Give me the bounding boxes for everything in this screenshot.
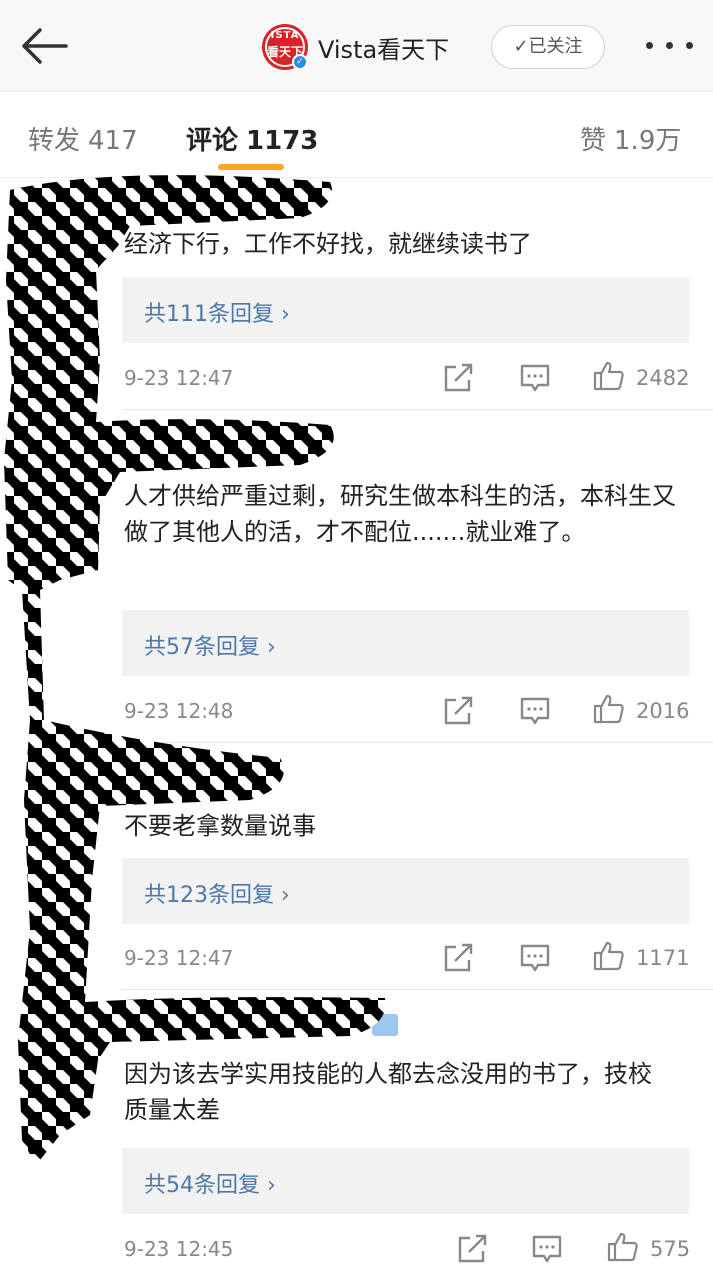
avatar-text-top: ISTA xyxy=(270,30,300,41)
tab-count: 1173 xyxy=(246,126,319,156)
comment-icon[interactable] xyxy=(530,1233,564,1265)
share-icon[interactable] xyxy=(442,942,476,974)
tab-likes[interactable]: 赞 1.9万 xyxy=(580,120,681,157)
comment-icon[interactable] xyxy=(518,362,552,394)
follow-button[interactable]: ✓已关注 xyxy=(491,25,605,69)
replies-button[interactable]: 共123条回复 › xyxy=(122,858,689,924)
tab-reposts[interactable]: 转发 417 xyxy=(28,120,138,157)
comment-text: 人才供给严重过剩，研究生做本科生的活，本科生又做了其他人的活，才不配位.....… xyxy=(124,482,676,546)
user-badge xyxy=(372,1014,398,1036)
tab-count: 417 xyxy=(88,126,138,156)
comment-time: 9-23 12:47 xyxy=(124,366,234,390)
like-count: 575 xyxy=(650,1237,691,1261)
divider xyxy=(122,742,713,743)
comment-icon[interactable] xyxy=(518,695,552,727)
share-icon[interactable] xyxy=(442,362,476,394)
thumbs-up-icon[interactable] xyxy=(592,940,626,972)
replies-label: 共54条回复 › xyxy=(144,1173,276,1198)
thumbs-up-icon[interactable] xyxy=(606,1231,640,1263)
like-count: 1171 xyxy=(636,946,690,970)
tab-comments[interactable]: 评论 1173 xyxy=(186,120,318,157)
account-name[interactable]: Vista看天下 xyxy=(318,30,449,65)
arrow-left-icon[interactable] xyxy=(18,26,70,66)
comment-time: 9-23 12:48 xyxy=(124,699,234,723)
more-dots-icon[interactable] xyxy=(644,40,696,54)
thumbs-up-icon[interactable] xyxy=(592,693,626,725)
share-icon[interactable] xyxy=(456,1233,490,1265)
replies-button[interactable]: 共57条回复 › xyxy=(122,610,689,676)
replies-label: 共123条回复 › xyxy=(144,883,290,908)
tab-bar: 转发 417 评论 1173 赞 1.9万 xyxy=(0,92,713,178)
like-count: 2016 xyxy=(636,699,690,723)
comment-text: 不要老拿数量说事 xyxy=(124,812,316,840)
thumbs-up-icon[interactable] xyxy=(592,360,626,392)
active-tab-indicator xyxy=(218,164,284,170)
tab-count: 1.9万 xyxy=(614,126,682,156)
comment-icon[interactable] xyxy=(518,942,552,974)
replies-label: 共111条回复 › xyxy=(144,302,290,327)
comment-text: 因为该去学实用技能的人都去念没用的书了，技校质量太差 xyxy=(124,1060,652,1124)
comment-text: 经济下行，工作不好找，就继续读书了 xyxy=(124,230,532,258)
divider xyxy=(122,989,713,990)
replies-button[interactable]: 共111条回复 › xyxy=(122,277,689,343)
tab-label: 评论 xyxy=(186,126,239,156)
comment-time: 9-23 12:45 xyxy=(124,1237,234,1261)
divider xyxy=(122,409,713,410)
top-bar: ISTA 看天下 ✓ Vista看天下 ✓已关注 xyxy=(0,0,713,92)
share-icon[interactable] xyxy=(442,695,476,727)
tab-label: 赞 xyxy=(580,126,607,156)
replies-button[interactable]: 共54条回复 › xyxy=(122,1148,689,1214)
tab-label: 转发 xyxy=(28,126,81,156)
replies-label: 共57条回复 › xyxy=(144,635,276,660)
verified-icon: ✓ xyxy=(292,54,308,70)
comment-time: 9-23 12:47 xyxy=(124,946,234,970)
like-count: 2482 xyxy=(636,366,690,390)
